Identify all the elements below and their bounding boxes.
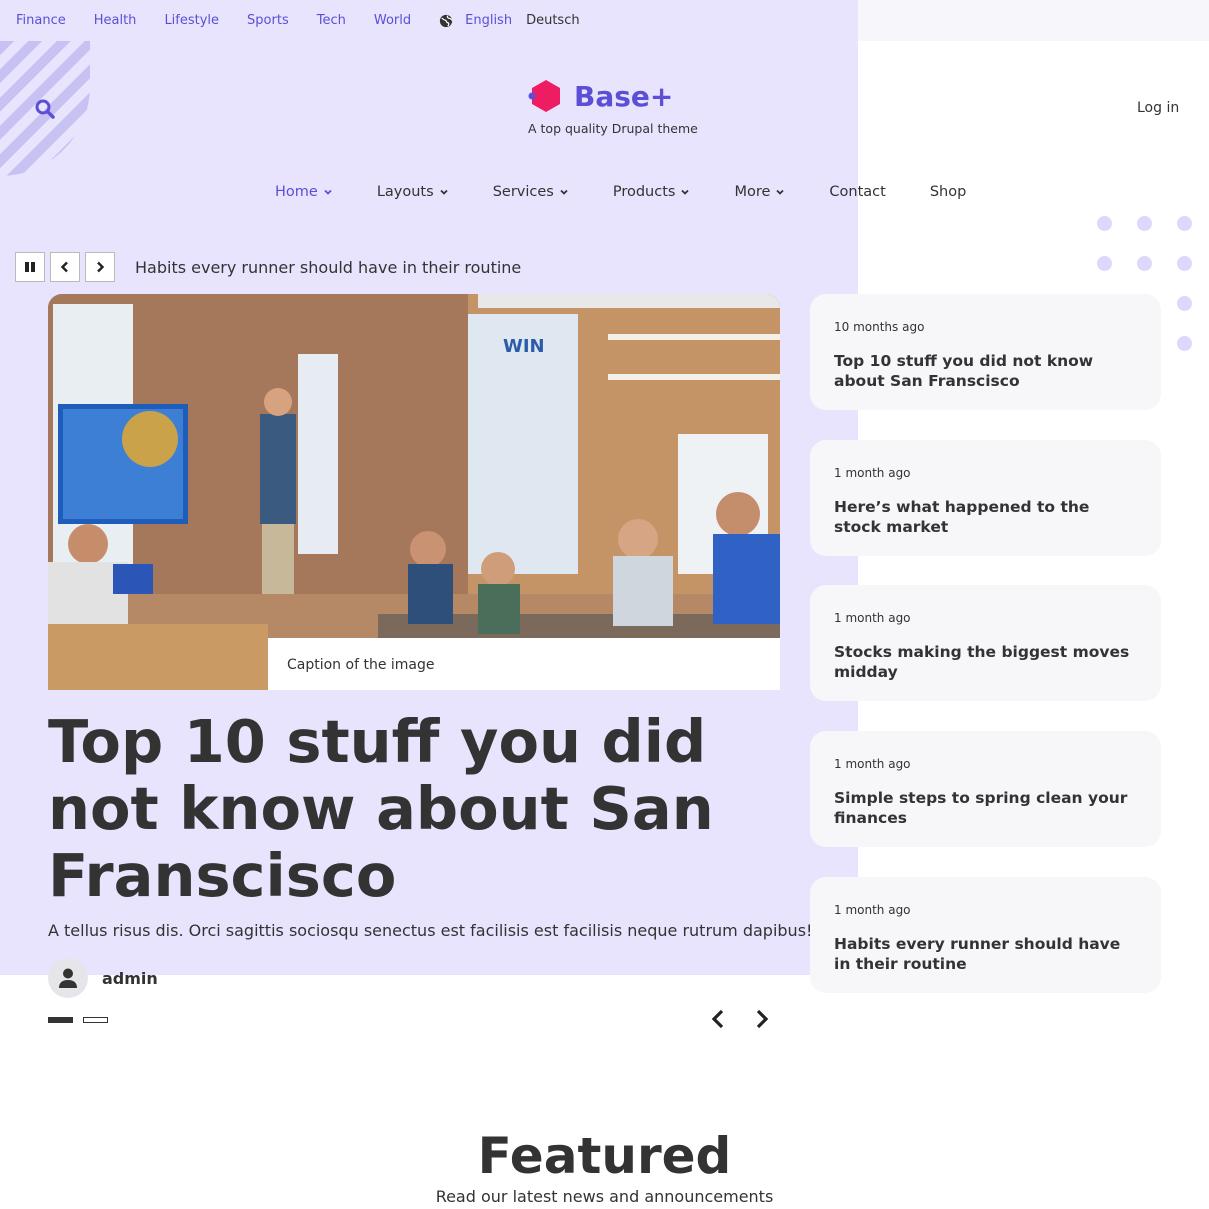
chevron-down-icon xyxy=(439,187,449,197)
nav-item-label: Layouts xyxy=(376,184,434,200)
card-title[interactable]: Simple steps to spring clean your financ… xyxy=(834,789,1137,828)
nav-item-layouts[interactable]: Layouts xyxy=(377,184,449,200)
topbar: Finance Health Lifestyle Sports Tech Wor… xyxy=(0,0,858,41)
card-title[interactable]: Habits every runner should have in their… xyxy=(834,935,1137,974)
brand-name: Base+ xyxy=(574,79,674,113)
ticker-headline[interactable]: Habits every runner should have in their… xyxy=(135,258,521,277)
user-icon xyxy=(59,968,77,988)
nav-item-label: More xyxy=(734,184,771,200)
card-time: 10 months ago xyxy=(834,320,925,334)
card-title[interactable]: Stocks making the biggest moves midday xyxy=(834,643,1137,682)
site-logo[interactable]: Base+ xyxy=(528,78,673,114)
slider-pager xyxy=(48,1017,118,1023)
chevron-left-icon xyxy=(711,1009,724,1029)
featured-heading: Featured xyxy=(477,1127,732,1185)
latest-card[interactable]: 1 month ago Simple steps to spring clean… xyxy=(810,731,1161,847)
author-name[interactable]: admin xyxy=(102,969,158,988)
svg-text:WIN: WIN xyxy=(503,336,545,357)
ticker-next-button[interactable] xyxy=(85,252,115,282)
language-english[interactable]: English xyxy=(465,13,512,28)
chevron-down-icon xyxy=(775,187,785,197)
nav-item-contact[interactable]: Contact xyxy=(829,184,885,200)
nav-item-shop[interactable]: Shop xyxy=(930,184,966,200)
pause-icon xyxy=(25,262,35,272)
chevron-down-icon xyxy=(559,187,569,197)
chevron-down-icon xyxy=(680,187,690,197)
nav-item-more[interactable]: More xyxy=(734,184,785,200)
nav-item-label: Home xyxy=(275,184,318,200)
globe-icon xyxy=(439,14,453,28)
logo-icon xyxy=(528,80,560,112)
language-deutsch[interactable]: Deutsch xyxy=(526,13,580,28)
nav-item-label: Products xyxy=(612,184,676,200)
main-navigation: Home Layouts Services Products More Cont… xyxy=(275,184,1010,200)
topbar-link-world[interactable]: World xyxy=(374,13,411,28)
latest-card[interactable]: 1 month ago Here’s what happened to the … xyxy=(810,440,1161,556)
card-time: 1 month ago xyxy=(834,757,911,771)
slider-next-button[interactable] xyxy=(752,1008,772,1034)
featured-subheading: Read our latest news and announcements xyxy=(435,1187,774,1206)
card-title[interactable]: Top 10 stuff you did not know about San … xyxy=(834,352,1137,391)
slider-prev-button[interactable] xyxy=(708,1008,728,1034)
hero-summary: A tellus risus dis. Orci sagittis socios… xyxy=(48,921,813,940)
card-time: 1 month ago xyxy=(834,466,911,480)
slide-indicator[interactable] xyxy=(83,1017,108,1023)
chevron-left-icon xyxy=(60,261,68,273)
topbar-link-health[interactable]: Health xyxy=(94,13,137,28)
hero-title[interactable]: Top 10 stuff you did not know about San … xyxy=(48,708,788,909)
card-time: 1 month ago xyxy=(834,611,911,625)
search-icon[interactable] xyxy=(35,99,55,123)
nav-item-label: Services xyxy=(492,184,554,200)
chevron-right-icon xyxy=(756,1009,769,1029)
topbar-link-tech[interactable]: Tech xyxy=(317,13,346,28)
slide-indicator[interactable] xyxy=(48,1017,73,1023)
nav-item-products[interactable]: Products xyxy=(613,184,691,200)
latest-card[interactable]: 10 months ago Top 10 stuff you did not k… xyxy=(810,294,1161,410)
author-info: admin xyxy=(48,958,158,998)
topbar-link-lifestyle[interactable]: Lifestyle xyxy=(164,13,219,28)
hero-image-caption: Caption of the image xyxy=(268,638,780,690)
latest-card[interactable]: 1 month ago Stocks making the biggest mo… xyxy=(810,585,1161,701)
avatar[interactable] xyxy=(48,958,88,998)
card-title[interactable]: Here’s what happened to the stock market xyxy=(834,498,1137,537)
latest-card[interactable]: 1 month ago Habits every runner should h… xyxy=(810,877,1161,993)
hero-image[interactable]: WIN xyxy=(48,294,780,690)
nav-item-home[interactable]: Home xyxy=(275,184,333,200)
chevron-right-icon xyxy=(97,261,105,273)
chevron-down-icon xyxy=(323,187,333,197)
site-tagline: A top quality Drupal theme xyxy=(528,121,698,136)
nav-item-label: Contact xyxy=(829,184,886,200)
pause-button[interactable] xyxy=(15,252,45,282)
topbar-link-finance[interactable]: Finance xyxy=(16,13,66,28)
topbar-right-panel xyxy=(858,0,1209,41)
topbar-link-sports[interactable]: Sports xyxy=(247,13,289,28)
nav-item-label: Shop xyxy=(929,184,967,200)
news-ticker: Habits every runner should have in their… xyxy=(15,252,521,282)
ticker-prev-button[interactable] xyxy=(50,252,80,282)
nav-item-services[interactable]: Services xyxy=(493,184,569,200)
card-time: 1 month ago xyxy=(834,903,911,917)
login-link[interactable]: Log in xyxy=(1137,100,1179,116)
